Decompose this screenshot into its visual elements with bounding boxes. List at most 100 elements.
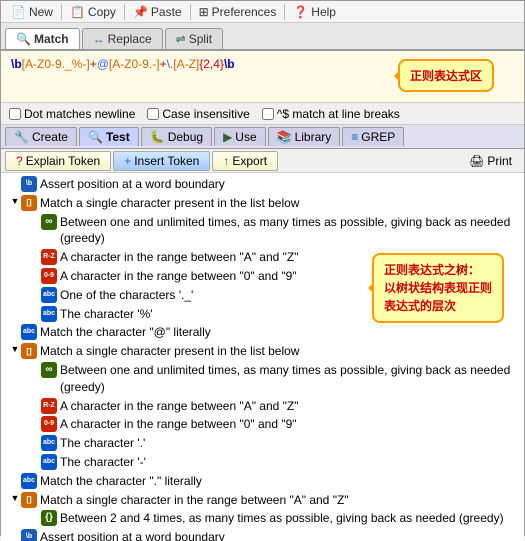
print-icon: 🖨 (469, 154, 484, 168)
tree-item[interactable]: abcMatch the character "@" literally (5, 323, 520, 342)
tree-node-icon: ∞ (41, 362, 57, 378)
match-icon: 🔍 (16, 32, 31, 46)
print-button[interactable]: 🖨 Print (461, 152, 520, 170)
tree-node-icon: abc (41, 454, 57, 470)
paste-icon: 📌 (133, 5, 148, 19)
grep-icon: ≡ (351, 130, 358, 144)
tree-item[interactable]: ▼[]Match a single character in the range… (5, 491, 520, 510)
tree-item-text: A character in the range between "0" and… (60, 416, 520, 433)
preferences-icon: ⊞ (199, 5, 209, 19)
tree-item-text: Between one and unlimited times, as many… (60, 214, 520, 248)
token-tree-container: \bAssert position at a word boundary▼[]M… (1, 173, 524, 541)
tree-item-text: Match the character "." literally (40, 473, 520, 490)
tree-node-icon: 0-9 (41, 268, 57, 284)
tab-library[interactable]: 📚 Library (268, 127, 341, 146)
tree-item-text: Match a single character present in the … (40, 343, 520, 360)
replace-icon: ↔ (93, 32, 105, 46)
tree-item[interactable]: R-ZA character in the range between "A" … (5, 397, 520, 416)
tree-node-icon: R-Z (41, 398, 57, 414)
tree-item-text: A character in the range between "A" and… (60, 398, 520, 415)
sep2 (124, 4, 125, 20)
tree-item[interactable]: ▼[]Match a single character present in t… (5, 342, 520, 361)
copy-icon: 📋 (70, 5, 85, 19)
sep3 (190, 4, 191, 20)
options-bar: Dot matches newline Case insensitive ^$ … (1, 103, 524, 125)
tree-node-icon: abc (41, 435, 57, 451)
test-icon: 🔍 (88, 130, 103, 144)
use-icon: ▶ (223, 130, 232, 144)
action-tab-bar: ? Explain Token + Insert Token ↑ Export … (1, 149, 524, 173)
tree-expand-icon[interactable]: ▼ (9, 195, 21, 208)
tab-test[interactable]: 🔍 Test (79, 127, 139, 146)
caret-match-checkbox[interactable] (262, 108, 274, 120)
create-icon: 🔧 (14, 130, 29, 144)
tab-use[interactable]: ▶ Use (214, 127, 266, 146)
library-icon: 📚 (277, 130, 292, 144)
tree-item-text: Between 2 and 4 times, as many times as … (60, 510, 520, 527)
new-button[interactable]: 📄 New (5, 4, 59, 20)
token-tree: \bAssert position at a word boundary▼[]M… (1, 173, 524, 541)
main-toolbar: 📄 New 📋 Copy 📌 Paste ⊞ Preferences ❓ Hel… (1, 1, 524, 23)
caret-match-label[interactable]: ^$ match at line breaks (262, 107, 400, 121)
tab-replace[interactable]: ↔ Replace (82, 28, 163, 49)
tree-node-icon: \b (21, 529, 37, 541)
tree-item-text: Match the character "@" literally (40, 324, 520, 341)
tree-item[interactable]: 0-9A character in the range between "0" … (5, 415, 520, 434)
tree-item[interactable]: \bAssert position at a word boundary (5, 528, 520, 541)
sep4 (284, 4, 285, 20)
tree-node-icon: abc (21, 324, 37, 340)
export-tab[interactable]: ↑ Export (212, 151, 278, 171)
tree-node-icon: abc (41, 306, 57, 322)
tree-item-text: Match a single character present in the … (40, 195, 520, 212)
tree-item[interactable]: ▼[]Match a single character present in t… (5, 194, 520, 213)
tree-item[interactable]: ∞Between one and unlimited times, as man… (5, 213, 520, 249)
tree-node-icon: R-Z (41, 249, 57, 265)
tree-item[interactable]: ∞Between one and unlimited times, as man… (5, 361, 520, 397)
tab-split[interactable]: ⇌ Split (165, 28, 223, 49)
paste-button[interactable]: 📌 Paste (127, 4, 188, 20)
explain-token-tab[interactable]: ? Explain Token (5, 151, 111, 171)
tree-item-text: Match a single character in the range be… (40, 492, 520, 509)
regex-area: \b[A-Z0-9._%-]+@[A-Z0-9.-]+\.[A-Z]{2,4}\… (1, 51, 524, 103)
copy-button[interactable]: 📋 Copy (64, 4, 122, 20)
tree-item[interactable]: \bAssert position at a word boundary (5, 175, 520, 194)
tree-node-icon: [] (21, 343, 37, 359)
tab-grep[interactable]: ≡ GREP (342, 127, 404, 146)
tree-node-icon: ∞ (41, 214, 57, 230)
dot-matches-checkbox[interactable] (9, 108, 21, 120)
tree-item-text: Assert position at a word boundary (40, 529, 520, 541)
tree-node-icon: 0-9 (41, 416, 57, 432)
split-icon: ⇌ (176, 32, 186, 46)
tree-item[interactable]: abcThe character '.' (5, 434, 520, 453)
tree-node-icon: \b (21, 176, 37, 192)
case-insensitive-label[interactable]: Case insensitive (147, 107, 249, 121)
sep1 (61, 4, 62, 20)
preferences-button[interactable]: ⊞ Preferences (193, 4, 283, 20)
tree-item[interactable]: abcMatch the character "." literally (5, 472, 520, 491)
tab-match[interactable]: 🔍 Match (5, 28, 80, 49)
explain-icon: ? (16, 154, 23, 168)
tree-expand-icon[interactable]: ▼ (9, 343, 21, 356)
export-icon: ↑ (223, 154, 229, 168)
tree-node-icon: abc (41, 287, 57, 303)
case-insensitive-checkbox[interactable] (147, 108, 159, 120)
tree-item-text: Assert position at a word boundary (40, 176, 520, 193)
tree-item[interactable]: abcThe character '-' (5, 453, 520, 472)
tree-item-text: The character '.' (60, 435, 520, 452)
tab-create[interactable]: 🔧 Create (5, 127, 77, 146)
tree-item[interactable]: {}Between 2 and 4 times, as many times a… (5, 509, 520, 528)
insert-icon: + (124, 154, 131, 168)
help-button[interactable]: ❓ Help (287, 4, 342, 20)
regex-area-tooltip: 正则表达式区 (398, 59, 494, 92)
tree-item-text: Between one and unlimited times, as many… (60, 362, 520, 396)
tree-expand-icon[interactable]: ▼ (9, 492, 21, 505)
tree-node-icon: [] (21, 195, 37, 211)
tree-item-text: The character '-' (60, 454, 520, 471)
tab-debug[interactable]: 🐛 Debug (141, 127, 212, 146)
main-tab-bar: 🔍 Match ↔ Replace ⇌ Split (1, 23, 524, 51)
tree-tooltip: 正则表达式之树： 以树状结构表现正则 表达式的层次 (372, 253, 504, 323)
new-icon: 📄 (11, 5, 26, 19)
dot-matches-label[interactable]: Dot matches newline (9, 107, 135, 121)
insert-token-tab[interactable]: + Insert Token (113, 151, 210, 171)
debug-icon: 🐛 (150, 130, 165, 144)
